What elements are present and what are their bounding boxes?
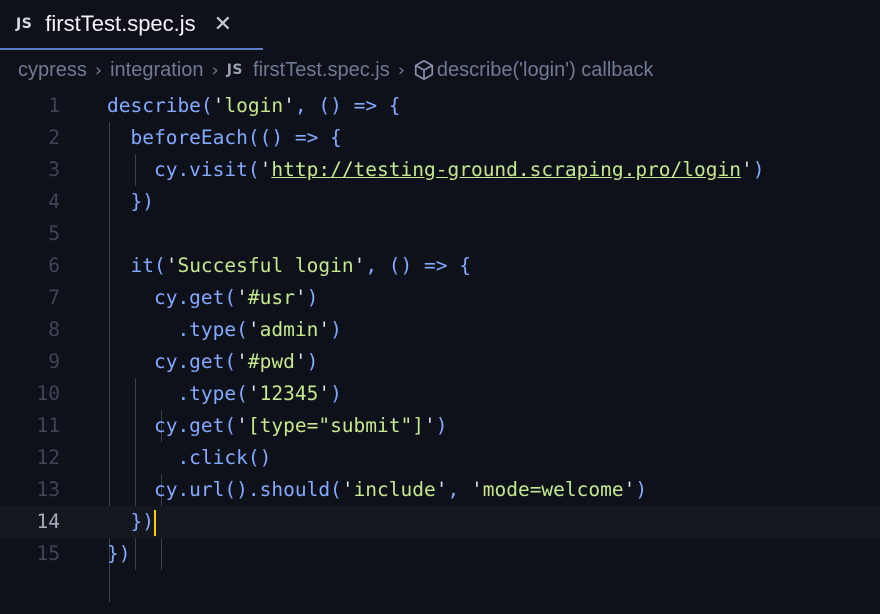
- line-number: 14: [36, 510, 60, 533]
- code-text: }): [107, 190, 154, 213]
- code-line[interactable]: 9 cy.get('#pwd'): [0, 346, 880, 378]
- code-line[interactable]: 6 it('Succesful login', () => {: [0, 250, 880, 282]
- code-line[interactable]: 3 cy.visit('http://testing-ground.scrapi…: [0, 154, 880, 186]
- code-line[interactable]: 1 describe('login', () => {: [0, 90, 880, 122]
- code-line[interactable]: 4 }): [0, 186, 880, 218]
- line-number: 5: [48, 222, 60, 245]
- tab-bar: JS firstTest.spec.js ✕: [0, 0, 880, 50]
- line-number: 2: [48, 126, 60, 149]
- code-text: cy.get('[type="submit"]'): [107, 414, 448, 437]
- js-file-icon: JS: [226, 62, 244, 78]
- js-file-icon: JS: [16, 16, 33, 32]
- code-text: }): [107, 510, 154, 533]
- text-cursor: [153, 509, 156, 536]
- breadcrumb-item-integration[interactable]: integration: [110, 59, 203, 82]
- code-text: .type('admin'): [107, 318, 342, 341]
- line-number: 9: [48, 350, 60, 373]
- code-text: }): [107, 542, 131, 565]
- breadcrumb-item-file[interactable]: firstTest.spec.js: [253, 59, 390, 82]
- chevron-right-icon: ›: [211, 59, 219, 81]
- code-text: cy.get('#pwd'): [107, 350, 319, 373]
- line-number: 7: [48, 286, 60, 309]
- code-line[interactable]: 11 cy.get('[type="submit"]'): [0, 410, 880, 442]
- code-line[interactable]: 12 .click(): [0, 442, 880, 474]
- symbol-method-icon: [414, 60, 433, 80]
- chevron-right-icon: ›: [94, 59, 103, 81]
- line-number: 3: [48, 158, 60, 181]
- code-text: cy.url().should('include', 'mode=welcome…: [107, 478, 648, 501]
- code-line[interactable]: 7 cy.get('#usr'): [0, 282, 880, 314]
- line-number: 4: [48, 190, 60, 213]
- line-number: 8: [48, 318, 60, 341]
- line-number: 13: [36, 478, 60, 501]
- code-line[interactable]: 13 cy.url().should('include', 'mode=welc…: [0, 474, 880, 506]
- code-line[interactable]: 14 }): [0, 506, 880, 538]
- breadcrumb-item-cypress[interactable]: cypress: [18, 59, 87, 82]
- code-text: beforeEach(() => {: [107, 126, 342, 149]
- code-line[interactable]: 15}): [0, 538, 880, 570]
- line-number: 12: [36, 446, 60, 469]
- line-number: 15: [36, 542, 60, 565]
- code-text: .type('12345'): [107, 382, 342, 405]
- breadcrumb: cypress › integration › JS firstTest.spe…: [0, 50, 880, 90]
- line-number: 6: [48, 254, 60, 277]
- code-editor[interactable]: 1 describe('login', () => { 2 beforeEach((…: [0, 90, 880, 602]
- code-text: cy.visit('http://testing-ground.scraping…: [107, 158, 765, 181]
- editor-tab-firsttest[interactable]: JS firstTest.spec.js ✕: [0, 0, 263, 50]
- breadcrumb-item-symbol[interactable]: describe('login') callback: [437, 59, 654, 82]
- close-icon[interactable]: ✕: [214, 12, 232, 37]
- tab-title: firstTest.spec.js: [45, 11, 196, 36]
- code-text: cy.get('#usr'): [107, 286, 319, 309]
- code-line[interactable]: 5: [0, 218, 880, 250]
- chevron-right-icon: ›: [397, 59, 405, 81]
- code-line[interactable]: 10 .type('12345'): [0, 378, 880, 410]
- code-line[interactable]: 8 .type('admin'): [0, 314, 880, 346]
- code-text: .click(): [107, 446, 272, 469]
- line-number: 1: [48, 94, 60, 117]
- code-text: describe('login', () => {: [107, 94, 401, 117]
- code-text: it('Succesful login', () => {: [107, 254, 471, 277]
- line-number: 11: [36, 414, 60, 437]
- code-line[interactable]: 2 beforeEach(() => {: [0, 122, 880, 154]
- line-number: 10: [36, 382, 60, 405]
